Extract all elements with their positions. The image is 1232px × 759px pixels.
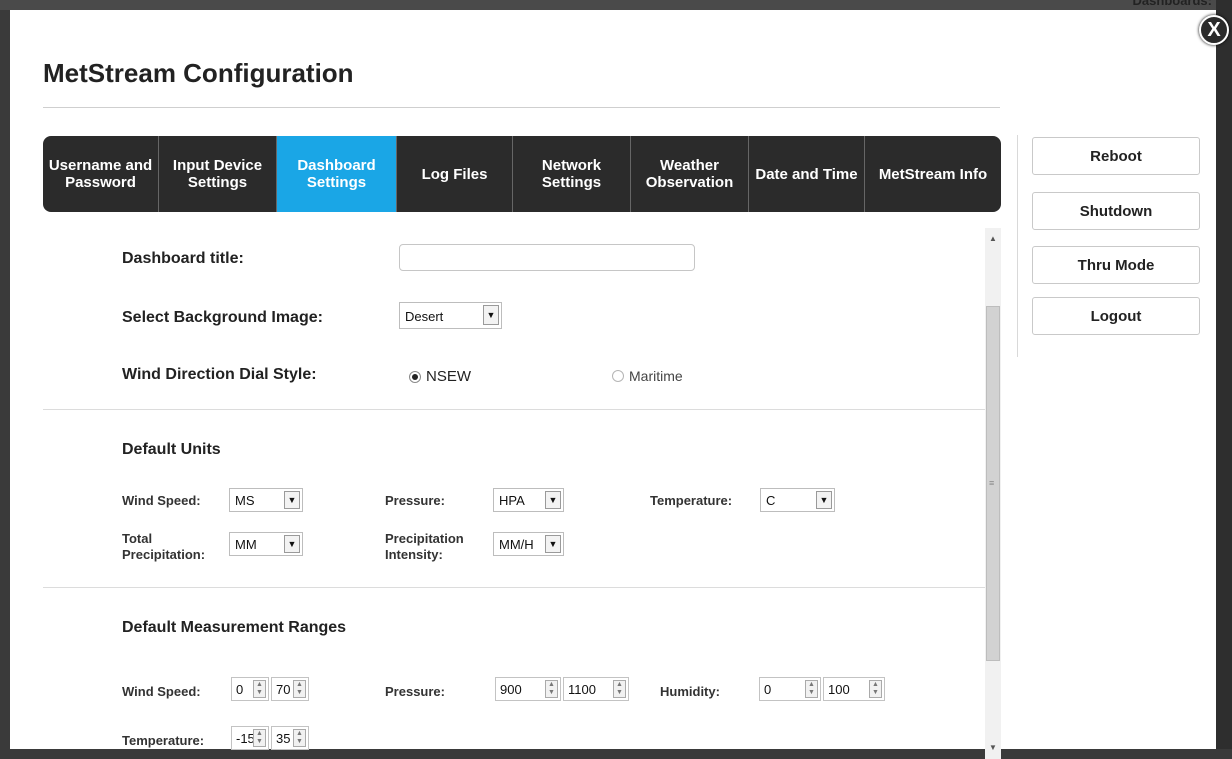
tab-bar: Username and Password Input Device Setti… (43, 136, 1001, 212)
background-strip: Dashboards: (0, 0, 1232, 10)
units-total-precip-label: Total Precipitation: (122, 531, 206, 562)
tab-dashboard-settings[interactable]: Dashboard Settings (277, 136, 397, 212)
temperature-min-stepper[interactable]: -15 ▲ ▼ (231, 726, 269, 750)
units-temperature-value: C (766, 493, 776, 508)
pressure-max-stepper[interactable]: 1100 ▲ ▼ (563, 677, 629, 701)
units-temperature-select[interactable]: C ▼ (760, 488, 835, 512)
section-divider (43, 409, 985, 410)
config-modal: MetStream Configuration Username and Pas… (10, 10, 1216, 759)
tab-log-files[interactable]: Log Files (397, 136, 513, 212)
humidity-max-value: 100 (828, 682, 850, 697)
scroll-up-icon[interactable]: ▲ (985, 232, 1001, 246)
panel-scrollbar[interactable]: ▲ ≡ ▼ (985, 228, 1001, 759)
pressure-min-value: 900 (500, 682, 522, 697)
stepper-arrows-icon[interactable]: ▲ ▼ (613, 680, 626, 698)
dashboard-title-label: Dashboard title: (122, 250, 244, 267)
chevron-down-icon: ▼ (284, 491, 300, 509)
ranges-pressure-label: Pressure: (385, 684, 445, 699)
temperature-min-value: -15 (236, 731, 255, 746)
measurement-ranges-heading: Default Measurement Ranges (122, 619, 347, 636)
background-edge (1216, 0, 1232, 749)
thru-mode-button[interactable]: Thru Mode (1032, 246, 1200, 284)
units-precip-intensity-value: MM/H (499, 537, 534, 552)
shutdown-button[interactable]: Shutdown (1032, 192, 1200, 230)
units-wind-speed-select[interactable]: MS ▼ (229, 488, 303, 512)
stepper-arrows-icon[interactable]: ▲ ▼ (293, 680, 306, 698)
scroll-down-icon[interactable]: ▼ (985, 741, 1001, 755)
background-image-label: Select Background Image: (122, 309, 323, 326)
tab-metstream-info[interactable]: MetStream Info (865, 136, 1001, 212)
tab-weather-observation[interactable]: Weather Observation (631, 136, 749, 212)
chevron-down-icon: ▼ (284, 535, 300, 553)
units-pressure-select[interactable]: HPA ▼ (493, 488, 564, 512)
wind-speed-min-value: 0 (236, 682, 244, 697)
radio-checked-icon (409, 370, 421, 383)
background-image-value: Desert (405, 309, 444, 324)
tab-date-and-time[interactable]: Date and Time (749, 136, 865, 212)
tab-network-settings[interactable]: Network Settings (513, 136, 631, 212)
dashboards-label: Dashboards: (1132, 0, 1212, 8)
dashboard-settings-panel: Dashboard title: Select Background Image… (43, 220, 1001, 759)
chevron-down-icon: ▼ (816, 491, 832, 509)
pressure-max-value: 1100 (568, 682, 596, 697)
page-title: MetStream Configuration (43, 58, 354, 88)
units-wind-speed-value: MS (235, 493, 255, 508)
dial-style-maritime-label: Maritime (629, 368, 683, 384)
close-button[interactable]: X (1199, 15, 1229, 45)
dial-style-nsew-label: NSEW (426, 368, 471, 385)
ranges-temperature-label: Temperature: (122, 733, 205, 748)
humidity-min-value: 0 (764, 682, 772, 697)
humidity-min-stepper[interactable]: 0 ▲ ▼ (759, 677, 821, 701)
title-divider (43, 107, 1000, 108)
logout-button[interactable]: Logout (1032, 297, 1200, 335)
wind-speed-max-stepper[interactable]: 70 ▲ ▼ (271, 677, 309, 701)
stepper-arrows-icon[interactable]: ▲ ▼ (253, 680, 266, 698)
stepper-arrows-icon[interactable]: ▲ ▼ (869, 680, 882, 698)
chevron-down-icon: ▼ (545, 535, 561, 553)
stepper-arrows-icon[interactable]: ▲ ▼ (253, 729, 266, 747)
stepper-arrows-icon[interactable]: ▲ ▼ (545, 680, 558, 698)
ranges-humidity-label: Humidity: (660, 684, 720, 699)
humidity-max-stepper[interactable]: 100 ▲ ▼ (823, 677, 885, 701)
background-image-select[interactable]: Desert ▼ (399, 302, 502, 329)
grip-icon: ≡ (989, 478, 995, 488)
dashboard-title-input[interactable] (399, 244, 695, 271)
units-temperature-label: Temperature: (650, 493, 733, 508)
reboot-button[interactable]: Reboot (1032, 137, 1200, 175)
units-precip-intensity-label: Precipitation Intensity: (385, 531, 464, 562)
units-precip-intensity-select[interactable]: MM/H ▼ (493, 532, 564, 556)
tab-input-device-settings[interactable]: Input Device Settings (159, 136, 277, 212)
chevron-down-icon: ▼ (483, 305, 499, 325)
default-units-heading: Default Units (122, 441, 221, 458)
tab-username-password[interactable]: Username and Password (43, 136, 159, 212)
pressure-min-stepper[interactable]: 900 ▲ ▼ (495, 677, 561, 701)
wind-speed-max-value: 70 (276, 682, 291, 697)
dial-style-nsew-radio[interactable]: NSEW (409, 368, 471, 385)
ranges-wind-speed-label: Wind Speed: (122, 684, 201, 699)
temperature-max-stepper[interactable]: 35 ▲ ▼ (271, 726, 309, 750)
chevron-down-icon: ▼ (545, 491, 561, 509)
wind-speed-min-stepper[interactable]: 0 ▲ ▼ (231, 677, 269, 701)
units-pressure-label: Pressure: (385, 493, 445, 508)
temperature-max-value: 35 (276, 731, 291, 746)
radio-unchecked-icon (612, 370, 624, 382)
section-divider (43, 587, 985, 588)
dial-style-maritime-radio[interactable]: Maritime (612, 368, 683, 384)
units-total-precip-select[interactable]: MM ▼ (229, 532, 303, 556)
units-total-precip-value: MM (235, 537, 257, 552)
units-pressure-value: HPA (499, 493, 525, 508)
dial-style-label: Wind Direction Dial Style: (122, 366, 317, 383)
stepper-arrows-icon[interactable]: ▲ ▼ (805, 680, 818, 698)
side-divider (1017, 135, 1018, 357)
units-wind-speed-label: Wind Speed: (122, 493, 201, 508)
stepper-arrows-icon[interactable]: ▲ ▼ (293, 729, 306, 747)
